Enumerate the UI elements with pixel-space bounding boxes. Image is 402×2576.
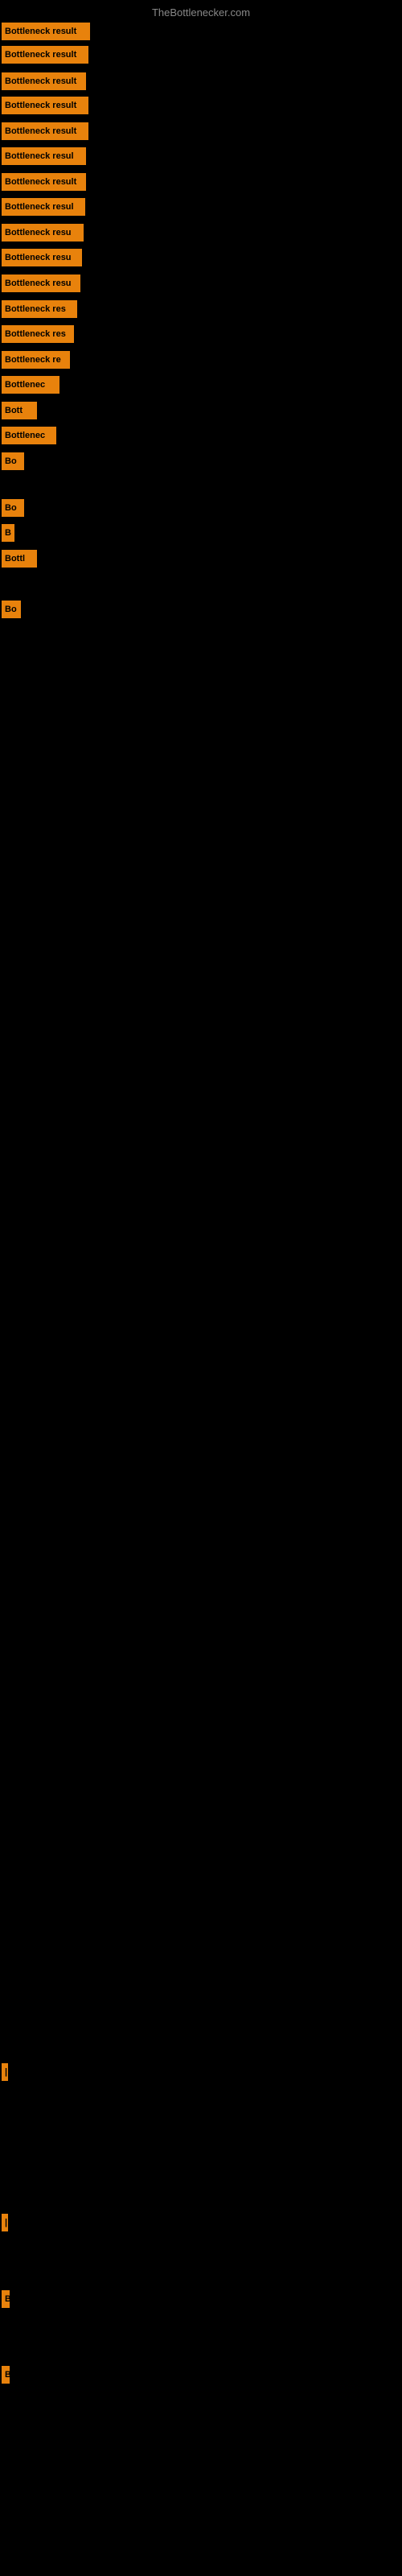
bottleneck-badge-26: B — [2, 2366, 10, 2384]
bottleneck-badge-20: B — [2, 524, 14, 542]
site-title: TheBottlenecker.com — [0, 6, 402, 19]
bottleneck-badge-21: Bottl — [2, 550, 37, 568]
bottleneck-badge-2: Bottleneck result — [2, 46, 88, 64]
bottleneck-badge-15: Bottlenec — [2, 376, 59, 394]
bottleneck-badge-23: | — [2, 2063, 8, 2081]
bottleneck-badge-24: | — [2, 2214, 8, 2231]
bottleneck-badge-14: Bottleneck re — [2, 351, 70, 369]
bottleneck-badge-12: Bottleneck res — [2, 300, 77, 318]
bottleneck-badge-1: Bottleneck result — [2, 23, 90, 40]
bottleneck-badge-11: Bottleneck resu — [2, 275, 80, 292]
bottleneck-badge-6: Bottleneck resul — [2, 147, 86, 165]
bottleneck-badge-9: Bottleneck resu — [2, 224, 84, 242]
bottleneck-badge-18: Bo — [2, 452, 24, 470]
bottleneck-badge-3: Bottleneck result — [2, 72, 86, 90]
bottleneck-badge-5: Bottleneck result — [2, 122, 88, 140]
bottleneck-badge-7: Bottleneck result — [2, 173, 86, 191]
bottleneck-badge-10: Bottleneck resu — [2, 249, 82, 266]
bottleneck-badge-16: Bott — [2, 402, 37, 419]
bottleneck-badge-13: Bottleneck res — [2, 325, 74, 343]
bottleneck-badge-19: Bo — [2, 499, 24, 517]
bottleneck-badge-8: Bottleneck resul — [2, 198, 85, 216]
bottleneck-badge-4: Bottleneck result — [2, 97, 88, 114]
bottleneck-badge-22: Bo — [2, 601, 21, 618]
bottleneck-badge-25: B — [2, 2290, 10, 2308]
bottleneck-badge-17: Bottlenec — [2, 427, 56, 444]
